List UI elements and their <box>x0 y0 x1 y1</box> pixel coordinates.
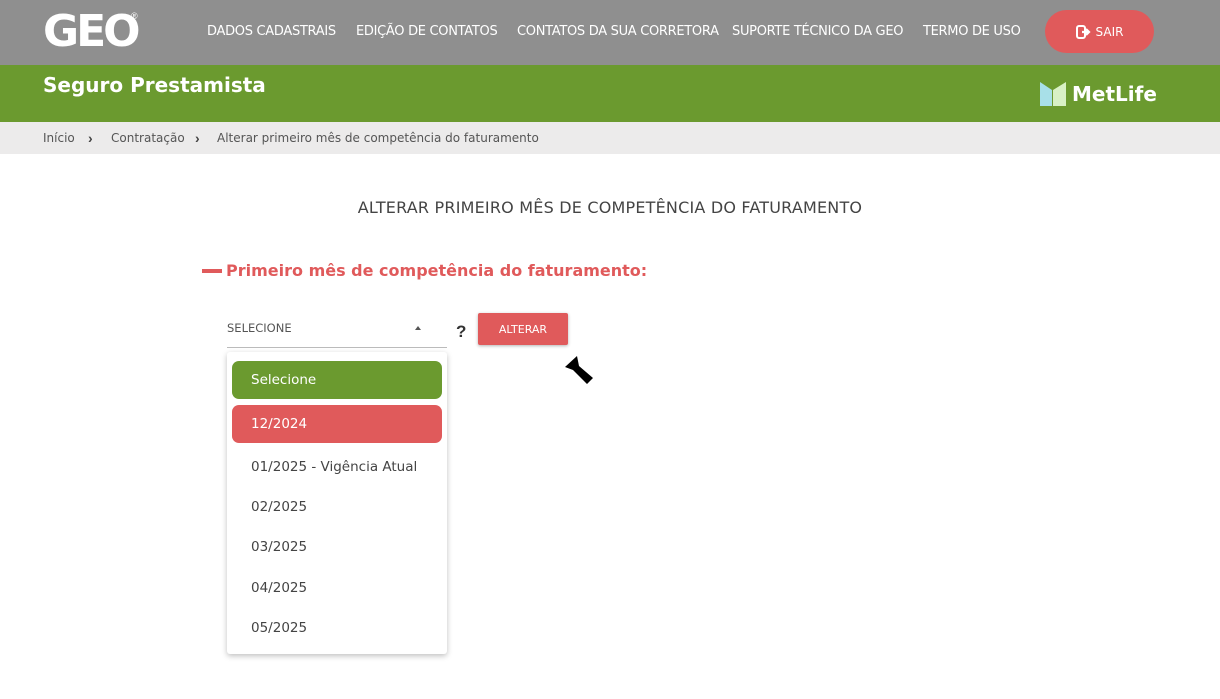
option-label: 12/2024 <box>251 416 308 432</box>
section-dash <box>202 268 222 273</box>
section-title: Primeiro mês de competência do faturamen… <box>202 261 647 280</box>
chevron-right-icon: › <box>88 130 93 146</box>
help-icon[interactable]: ? <box>456 322 466 342</box>
section-title-text: Primeiro mês de competência do faturamen… <box>226 261 648 280</box>
metlife-text: MetLife <box>1072 82 1157 106</box>
dropdown-option-12-2024[interactable]: 12/2024 <box>232 405 442 443</box>
nav-suporte-tecnico[interactable]: SUPORTE TÉCNICO DA GEO <box>732 24 903 39</box>
caret-up-icon <box>415 326 421 330</box>
option-label: 04/2025 <box>251 580 308 596</box>
geo-logo-text: GEO <box>43 6 141 57</box>
option-label: 01/2025 - Vigência Atual <box>251 459 418 475</box>
option-label: Selecione <box>251 372 317 388</box>
month-select-value: SELECIONE <box>227 321 292 335</box>
nav-termo-de-uso[interactable]: TERMO DE USO <box>923 24 1021 39</box>
option-label: 02/2025 <box>251 499 308 515</box>
breadcrumb-contratacao[interactable]: Contratação <box>111 131 185 145</box>
dropdown-option-05-2025[interactable]: 05/2025 <box>232 609 442 647</box>
metlife-logo: MetLife <box>1040 81 1157 107</box>
page-title: ALTERAR PRIMEIRO MÊS DE COMPETÊNCIA DO F… <box>357 198 863 217</box>
nav-edicao-de-contatos[interactable]: EDIÇÃO DE CONTATOS <box>356 24 498 39</box>
chevron-right-icon: › <box>195 130 200 146</box>
alter-button[interactable]: ALTERAR <box>478 313 568 345</box>
metlife-m-icon <box>1040 82 1066 106</box>
dropdown-option-selecione[interactable]: Selecione <box>232 361 442 399</box>
product-title: Seguro Prestamista <box>43 73 266 97</box>
nav-dados-cadastrais[interactable]: DADOS CADASTRAIS <box>207 24 336 39</box>
month-dropdown: Selecione 12/2024 01/2025 - Vigência Atu… <box>227 352 447 654</box>
dropdown-option-04-2025[interactable]: 04/2025 <box>232 569 442 607</box>
nav-contatos-corretora[interactable]: CONTATOS DA SUA CORRETORA <box>517 24 719 39</box>
mouse-pointer-icon <box>565 356 593 384</box>
sign-out-icon <box>1075 24 1091 39</box>
logout-button[interactable]: SAIR <box>1045 10 1154 53</box>
option-label: 05/2025 <box>251 620 308 636</box>
month-select[interactable]: SELECIONE <box>227 313 447 348</box>
registered-mark: ® <box>131 11 138 21</box>
breadcrumb-current: Alterar primeiro mês de competência do f… <box>217 131 539 145</box>
dropdown-option-02-2025[interactable]: 02/2025 <box>232 488 442 526</box>
breadcrumb-inicio[interactable]: Início <box>43 131 75 145</box>
geo-logo[interactable]: GEO ® <box>43 9 143 55</box>
logout-label: SAIR <box>1095 24 1124 39</box>
option-label: 03/2025 <box>251 539 308 555</box>
dropdown-option-01-2025[interactable]: 01/2025 - Vigência Atual <box>232 448 442 486</box>
dropdown-option-03-2025[interactable]: 03/2025 <box>232 528 442 566</box>
